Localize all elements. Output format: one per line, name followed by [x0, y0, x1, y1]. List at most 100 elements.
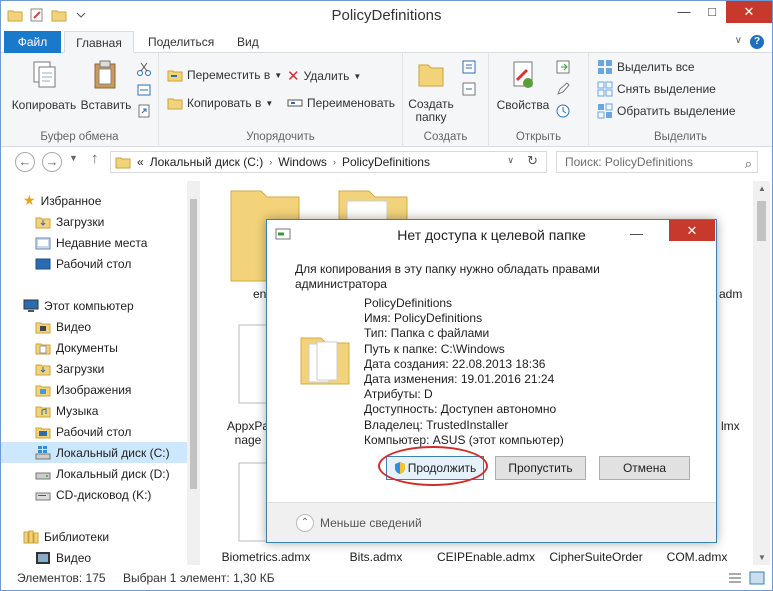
nav-cd-drive[interactable]: CD-дисковод (K:) [1, 484, 187, 505]
breadcrumb-disk-c[interactable]: Локальный диск (C:) [150, 155, 264, 169]
file-name-en-partial[interactable]: en [253, 287, 266, 301]
select-none-button[interactable]: Снять выделение [597, 81, 716, 97]
details-view-icon[interactable] [727, 570, 743, 586]
easy-access-icon[interactable] [461, 81, 477, 97]
copy-icon [33, 61, 56, 88]
nav-scrollbar[interactable] [187, 181, 200, 565]
file-scroll-thumb[interactable] [757, 201, 766, 241]
copy-to-button[interactable]: Копировать в ▼ [167, 95, 273, 111]
explorer-window: PolicyDefinitions — □ ✕ Файл Главная Под… [0, 0, 773, 591]
nav-favorites[interactable]: ★ Избранное [1, 190, 187, 211]
paste-button[interactable]: Вставить [79, 59, 133, 112]
tab-file[interactable]: Файл [4, 31, 61, 53]
nav-scroll-thumb[interactable] [190, 199, 197, 489]
new-item-icon[interactable] [461, 59, 477, 75]
nav-documents[interactable]: Документы [1, 337, 187, 358]
breadcrumb-windows[interactable]: Windows [278, 155, 327, 169]
tab-view[interactable]: Вид [227, 31, 269, 53]
open-group: Свойства Открыть [489, 53, 589, 147]
cut-icon[interactable] [136, 61, 152, 77]
file-bits[interactable]: Bits.admx [331, 550, 421, 564]
dialog-close-button[interactable]: ✕ [669, 220, 715, 241]
nav-favorites-label: Избранное [40, 193, 102, 208]
item-count: Элементов: 175 [17, 571, 106, 585]
music-folder-icon [35, 406, 51, 417]
file-ceipenable[interactable]: CEIPEnable.admx [431, 550, 541, 564]
scroll-up-icon[interactable]: ▲ [758, 184, 766, 193]
history-icon[interactable] [555, 103, 571, 119]
video-folder-icon [35, 322, 51, 333]
nav-music[interactable]: Музыка [1, 400, 187, 421]
nav-recent[interactable]: Недавние места [1, 232, 187, 253]
tab-home[interactable]: Главная [64, 31, 134, 53]
collapse-ribbon-icon[interactable]: ∨ [735, 35, 742, 46]
window-title: PolicyDefinitions [331, 7, 442, 24]
select-all-icon [598, 60, 612, 74]
help-icon[interactable]: ? [750, 35, 764, 49]
breadcrumb-overflow[interactable]: « [137, 155, 144, 169]
file-appx[interactable]: AppxPa nage [227, 419, 269, 447]
move-to-label: Переместить в [187, 68, 271, 82]
nav-video[interactable]: Видео [1, 316, 187, 337]
invert-selection-button[interactable]: Обратить выделение [597, 103, 736, 119]
up-icon[interactable]: ↑ [91, 150, 99, 167]
file-scrollbar[interactable]: ▲ ▼ [753, 181, 770, 565]
scroll-down-icon[interactable]: ▼ [758, 553, 766, 562]
folder-icon [115, 157, 131, 169]
delete-button[interactable]: ✕ Удалить ▼ [287, 67, 361, 85]
search-icon[interactable]: ⌕ [745, 154, 752, 174]
large-icons-view-icon[interactable] [749, 570, 765, 586]
file-com[interactable]: COM.admx [655, 550, 739, 564]
recent-locations-icon[interactable]: ▼ [69, 153, 78, 163]
edit-icon[interactable] [555, 81, 571, 97]
nav-disk-d[interactable]: Локальный диск (D:) [1, 463, 187, 484]
file-right-partial[interactable]: lmx [721, 419, 740, 433]
copy-button[interactable]: Копировать [11, 59, 77, 112]
nav-disk-c[interactable]: Локальный диск (C:) [1, 442, 187, 463]
open-icon[interactable] [555, 59, 571, 75]
file-biometrics[interactable]: Biometrics.admx [211, 550, 321, 564]
ribbon-tabs: Файл Главная Поделиться Вид ∨ ? [1, 31, 772, 53]
forward-button[interactable]: → [42, 152, 62, 172]
delete-label: Удалить [303, 69, 350, 83]
detail-type: Тип: Папка с файлами [364, 326, 490, 341]
nav-library-video[interactable]: Видео [1, 547, 187, 568]
nav-this-pc[interactable]: Этот компьютер [1, 295, 187, 316]
refresh-icon[interactable]: ↻ [527, 153, 538, 169]
select-none-icon [597, 81, 613, 97]
rename-icon [287, 99, 303, 107]
rename-button[interactable]: Переименовать [287, 95, 395, 111]
file-name-adm-partial[interactable]: adm [719, 287, 742, 301]
maximize-button[interactable]: □ [698, 1, 726, 23]
address-dropdown-icon[interactable]: ∨ [507, 155, 514, 166]
nav-downloads-2[interactable]: Загрузки [1, 358, 187, 379]
properties-button[interactable]: Свойства [495, 59, 551, 112]
nav-downloads[interactable]: Загрузки [1, 211, 187, 232]
nav-pictures[interactable]: Изображения [1, 379, 187, 400]
cancel-button[interactable]: Отмена [599, 456, 690, 480]
nav-libraries[interactable]: Библиотеки [1, 526, 187, 547]
new-folder-button[interactable]: Создать папку [407, 59, 455, 124]
dialog-title: Нет доступа к целевой папке [397, 227, 586, 243]
nav-downloads-label: Загрузки [56, 214, 105, 229]
nav-desktop-2[interactable]: Рабочий стол [1, 421, 187, 442]
nav-desktop[interactable]: Рабочий стол [1, 253, 187, 274]
search-input[interactable]: Поиск: PolicyDefinitions ⌕ [556, 151, 758, 173]
tab-share[interactable]: Поделиться [138, 31, 224, 53]
file-ciphersuiteorder[interactable]: CipherSuiteOrder [541, 550, 651, 564]
address-bar[interactable]: « Локальный диск (C:) › Windows › Policy… [110, 151, 547, 173]
dialog-minimize-button[interactable]: — [630, 226, 643, 241]
skip-button[interactable]: Пропустить [495, 456, 586, 480]
paste-shortcut-icon[interactable] [136, 103, 152, 119]
title-bar: PolicyDefinitions — □ ✕ [1, 1, 772, 31]
select-group-label: Выделить [653, 131, 708, 143]
move-to-button[interactable]: Переместить в ▼ [167, 67, 282, 83]
less-details-toggle[interactable]: ⌃ Меньше сведений [296, 514, 422, 532]
breadcrumb-policydefinitions[interactable]: PolicyDefinitions [342, 155, 430, 169]
copy-label: Копировать [11, 98, 77, 112]
select-all-button[interactable]: Выделить все [597, 59, 695, 75]
close-button[interactable]: ✕ [726, 1, 772, 23]
copy-path-icon[interactable] [136, 82, 152, 98]
back-button[interactable]: ← [15, 152, 35, 172]
minimize-button[interactable]: — [670, 1, 698, 23]
